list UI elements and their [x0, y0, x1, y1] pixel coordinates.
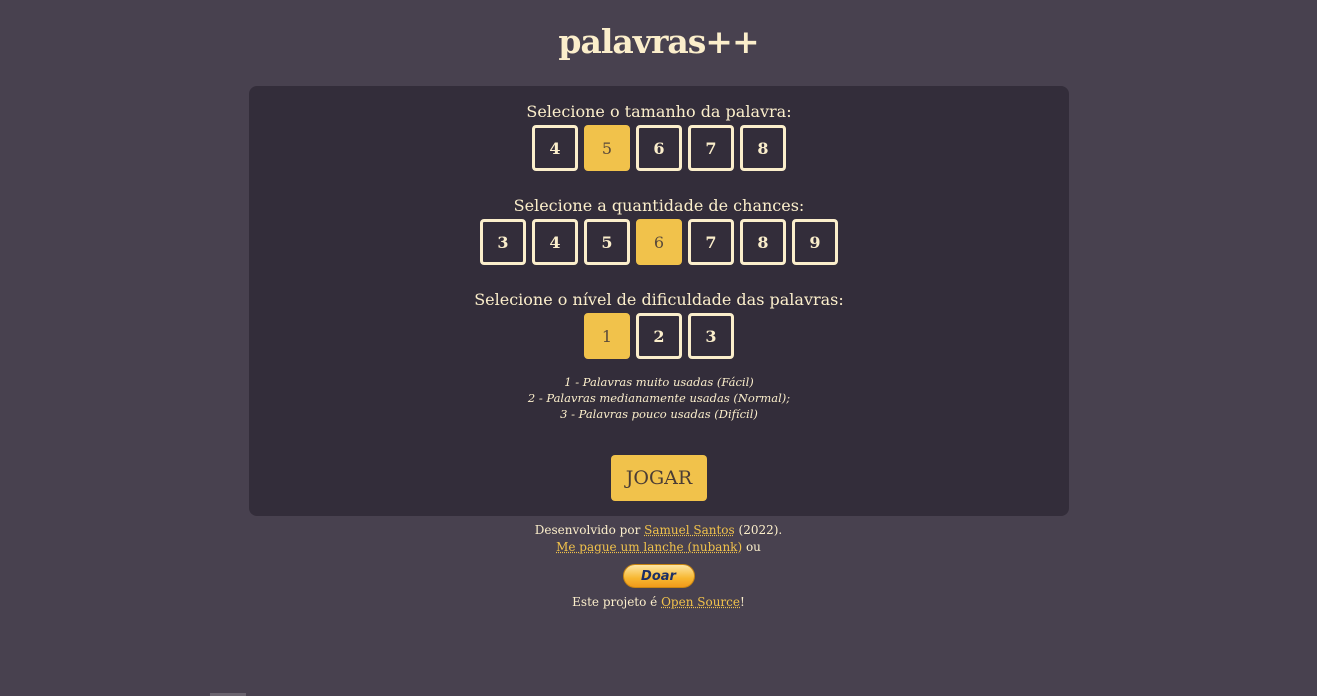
chances-option-7[interactable]: 7	[688, 219, 734, 265]
open-source-prefix: Este projeto é	[572, 595, 658, 609]
length-option-6[interactable]: 6	[636, 125, 682, 171]
developed-by-text: Desenvolvido por	[534, 523, 641, 537]
difficulty-option-1[interactable]: 1	[584, 313, 630, 359]
footer: Desenvolvido por Samuel Santos (2022). M…	[0, 522, 1317, 611]
length-option-4[interactable]: 4	[532, 125, 578, 171]
word-length-label: Selecione o tamanho da palavra:	[526, 102, 792, 121]
word-length-options: 45678	[249, 125, 1069, 171]
difficulty-options: 123	[249, 313, 1069, 359]
legend-line-easy: 1 - Palavras muito usadas (Fácil)	[564, 375, 754, 389]
author-link[interactable]: Samuel Santos	[644, 523, 735, 537]
snack-line: Me pague um lanche (nubank) ou	[0, 539, 1317, 556]
or-text: ou	[745, 540, 761, 554]
difficulty-legend: 1 - Palavras muito usadas (Fácil) 2 - Pa…	[249, 374, 1069, 422]
chances-option-6[interactable]: 6	[636, 219, 682, 265]
chances-option-5[interactable]: 5	[584, 219, 630, 265]
credits-line: Desenvolvido por Samuel Santos (2022).	[0, 522, 1317, 539]
difficulty-label: Selecione o nível de dificuldade das pal…	[474, 290, 844, 309]
donate-row: Doar	[0, 556, 1317, 588]
open-source-suffix: !	[740, 595, 745, 609]
page: palavras++ Selecione o tamanho da palavr…	[0, 0, 1317, 696]
chances-options: 3456789	[249, 219, 1069, 265]
difficulty-option-3[interactable]: 3	[688, 313, 734, 359]
chances-option-4[interactable]: 4	[532, 219, 578, 265]
year-text: (2022).	[738, 523, 783, 537]
open-source-line: Este projeto é Open Source!	[0, 594, 1317, 611]
chances-option-3[interactable]: 3	[480, 219, 526, 265]
legend-line-normal: 2 - Palavras medianamente usadas (Normal…	[527, 391, 791, 405]
settings-card: Selecione o tamanho da palavra: 45678 Se…	[249, 86, 1069, 516]
length-option-7[interactable]: 7	[688, 125, 734, 171]
legend-line-hard: 3 - Palavras pouco usadas (Difícil)	[560, 407, 758, 421]
chances-option-8[interactable]: 8	[740, 219, 786, 265]
play-button[interactable]: JOGAR	[611, 455, 707, 501]
chances-label: Selecione a quantidade de chances:	[513, 196, 805, 215]
paypal-donate-button[interactable]: Doar	[622, 564, 695, 588]
difficulty-option-2[interactable]: 2	[636, 313, 682, 359]
length-option-5[interactable]: 5	[584, 125, 630, 171]
nubank-snack-link[interactable]: Me pague um lanche (nubank)	[556, 540, 742, 554]
length-option-8[interactable]: 8	[740, 125, 786, 171]
app-title: palavras++	[558, 22, 759, 61]
open-source-link[interactable]: Open Source	[661, 595, 740, 609]
chances-option-9[interactable]: 9	[792, 219, 838, 265]
